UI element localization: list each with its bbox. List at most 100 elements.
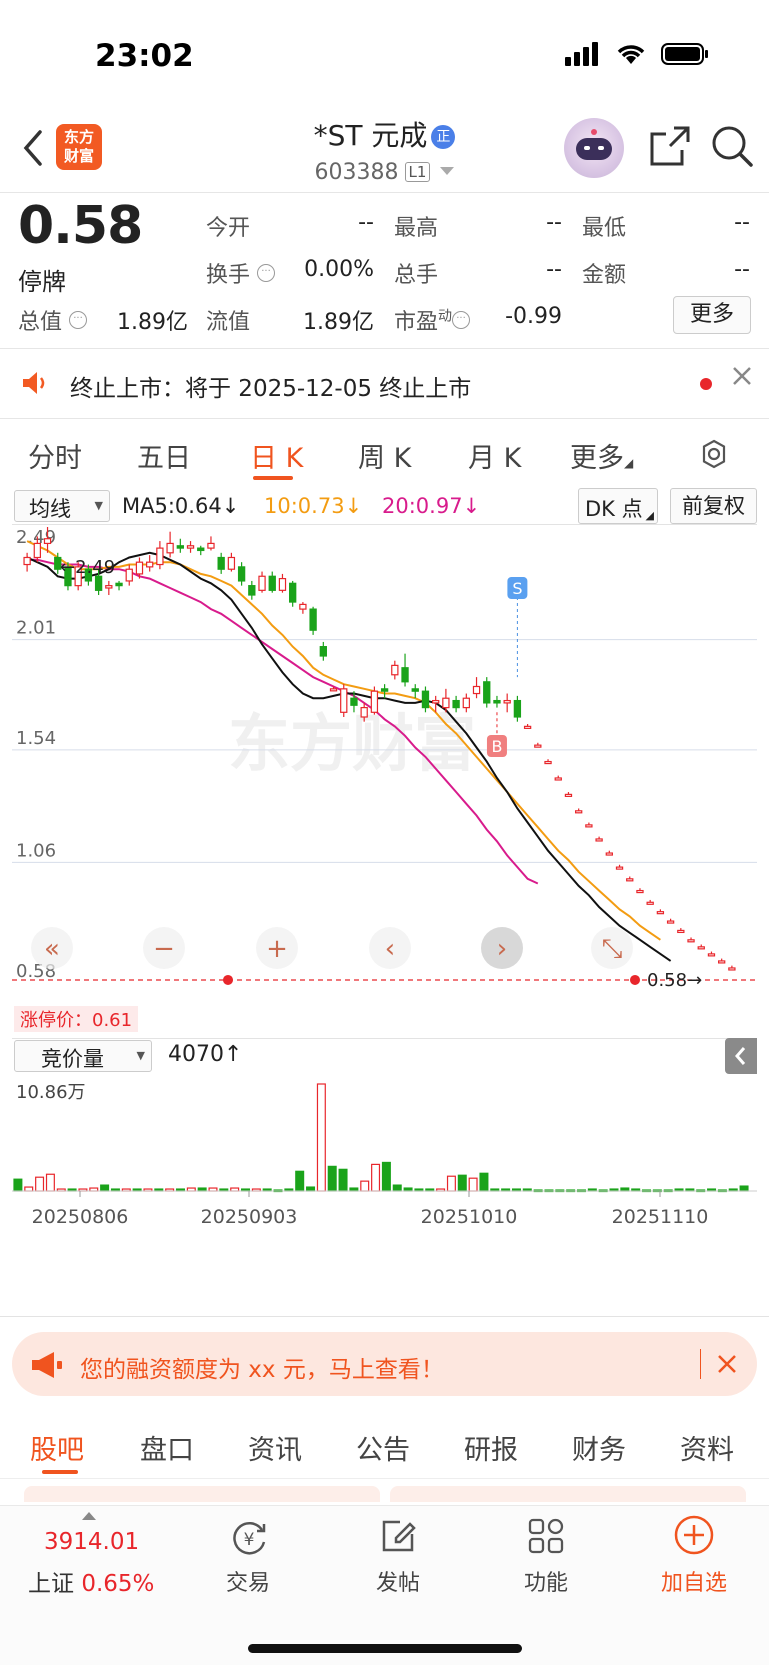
- candle: [503, 699, 511, 704]
- candle: [319, 646, 327, 657]
- tab-profile[interactable]: 资料: [680, 1428, 734, 1467]
- add-watch-icon[interactable]: [673, 1514, 715, 1556]
- promo-text: 您的融资额度为 xx 元，马上查看！: [80, 1357, 444, 1383]
- more-button[interactable]: 更多: [673, 296, 751, 334]
- zoom-in-icon[interactable]: +: [266, 934, 288, 964]
- divider: [0, 1316, 769, 1317]
- collapse-button[interactable]: [725, 1038, 757, 1074]
- market-cap-label: 总值 ···: [18, 304, 88, 336]
- index-change: 0.65%: [81, 1571, 155, 1597]
- candle: [513, 699, 522, 718]
- tab-forum[interactable]: 股吧: [30, 1428, 84, 1467]
- active-tab-indicator: [42, 1470, 78, 1474]
- zoom-out-icon[interactable]: −: [153, 934, 175, 964]
- ma5-value: MA5:0.64↓: [122, 494, 240, 518]
- candle: [636, 889, 644, 894]
- candle: [309, 608, 317, 631]
- info-icon[interactable]: ···: [257, 264, 276, 282]
- candle: [125, 568, 133, 582]
- candle: [605, 852, 613, 856]
- settings-icon[interactable]: [698, 438, 730, 470]
- tab-five-day[interactable]: 五日: [137, 436, 191, 475]
- apps-label[interactable]: 功能: [506, 1565, 586, 1597]
- share-icon[interactable]: [648, 124, 692, 168]
- tab-intraday[interactable]: 分时: [28, 436, 82, 475]
- limit-dot: [223, 974, 233, 985]
- robot-icon: [576, 129, 612, 160]
- rewind-icon[interactable]: «: [44, 934, 60, 964]
- candle: [115, 582, 123, 587]
- delisting-notice[interactable]: 终止上市：将于 2025-12-05 终止上市: [70, 369, 471, 403]
- battery-icon: [661, 43, 708, 65]
- candle: [350, 697, 358, 706]
- fullscreen-icon[interactable]: ⤡: [602, 934, 623, 964]
- forward-adjust-button[interactable]: 前复权: [670, 488, 757, 524]
- candle: [442, 697, 450, 709]
- volume-select[interactable]: 竞价量 ▼: [14, 1040, 152, 1072]
- volume-value: --: [546, 257, 562, 282]
- unread-dot: [700, 378, 712, 390]
- candle: [666, 920, 675, 924]
- ma10-value: 10:0.73↓: [264, 494, 363, 518]
- candle: [677, 929, 685, 934]
- candle: [329, 688, 338, 692]
- index-summary[interactable]: 上证 0.65%: [28, 1564, 154, 1598]
- auction-volume-text: 4070: [168, 1042, 224, 1067]
- tab-research[interactable]: 研报: [464, 1428, 518, 1467]
- tab-daily-k[interactable]: 日 K: [250, 436, 303, 475]
- add-watch-label[interactable]: 加自选: [648, 1565, 740, 1597]
- expand-icon[interactable]: [82, 1512, 96, 1520]
- dk-point-button[interactable]: DK 点 ◢: [578, 488, 658, 524]
- candle: [523, 725, 532, 729]
- volume-bar: [739, 1185, 749, 1192]
- trade-label[interactable]: 交易: [208, 1565, 288, 1597]
- dk-point-label: DK 点: [585, 497, 643, 521]
- y-axis-label: 1.06: [16, 840, 56, 861]
- candle: [94, 575, 103, 591]
- x-axis-label: 20251110: [612, 1206, 709, 1228]
- prev-icon[interactable]: ‹: [385, 934, 395, 964]
- volume-bar: [327, 1165, 337, 1192]
- pe-label-text: 市盈: [394, 310, 439, 335]
- post-icon[interactable]: [378, 1516, 418, 1556]
- tab-monthly-k[interactable]: 月 K: [468, 436, 521, 475]
- trading-status: 停牌: [18, 268, 66, 296]
- post-label[interactable]: 发帖: [358, 1565, 438, 1597]
- y-axis-label: 1.54: [16, 728, 56, 749]
- close-icon[interactable]: [715, 1352, 739, 1376]
- volume-chart[interactable]: 10.86万 20250806 20250903 20251010 20251110: [12, 1076, 757, 1316]
- tab-weekly-k[interactable]: 周 K: [358, 436, 411, 475]
- limit-up-label: 涨停价：0.61: [14, 1006, 139, 1032]
- apps-icon[interactable]: [526, 1516, 566, 1556]
- tab-news[interactable]: 资讯: [248, 1428, 302, 1467]
- candle: [534, 744, 542, 748]
- close-icon[interactable]: [730, 364, 754, 388]
- search-icon[interactable]: [710, 124, 754, 168]
- candle: [186, 545, 195, 549]
- assistant-avatar[interactable]: [564, 118, 624, 178]
- tab-more[interactable]: 更多◢: [570, 436, 633, 475]
- stock-code-text: 603388: [314, 160, 399, 185]
- ma10-text: 10:0.73: [264, 494, 345, 518]
- next-icon[interactable]: ›: [497, 934, 507, 964]
- y-axis-label: 2.01: [16, 618, 56, 639]
- overlay-select[interactable]: 均线 ▼: [14, 490, 110, 522]
- turnover-value: 0.00%: [304, 257, 374, 282]
- info-icon[interactable]: ···: [452, 311, 471, 329]
- candle: [575, 810, 583, 814]
- home-indicator[interactable]: [248, 1644, 522, 1653]
- trade-icon[interactable]: ¥: [228, 1518, 270, 1558]
- index-value[interactable]: 3914.01: [44, 1529, 139, 1555]
- pe-sup: 动: [438, 308, 453, 325]
- info-icon[interactable]: ···: [69, 311, 88, 329]
- open-value: --: [358, 210, 374, 235]
- candle: [237, 566, 246, 582]
- divider: [0, 1478, 769, 1479]
- tab-order-book[interactable]: 盘口: [140, 1428, 194, 1467]
- volume-bar: [468, 1177, 478, 1192]
- candle: [452, 699, 460, 709]
- tab-announcements[interactable]: 公告: [356, 1428, 410, 1467]
- tab-financials[interactable]: 财务: [572, 1428, 626, 1467]
- divider: [0, 348, 769, 349]
- kline-chart[interactable]: 东方财富 2.49 2.01 1.54 1.06 0.58 ←2.49 S B 0.58→ «− + ‹…: [12, 524, 757, 1039]
